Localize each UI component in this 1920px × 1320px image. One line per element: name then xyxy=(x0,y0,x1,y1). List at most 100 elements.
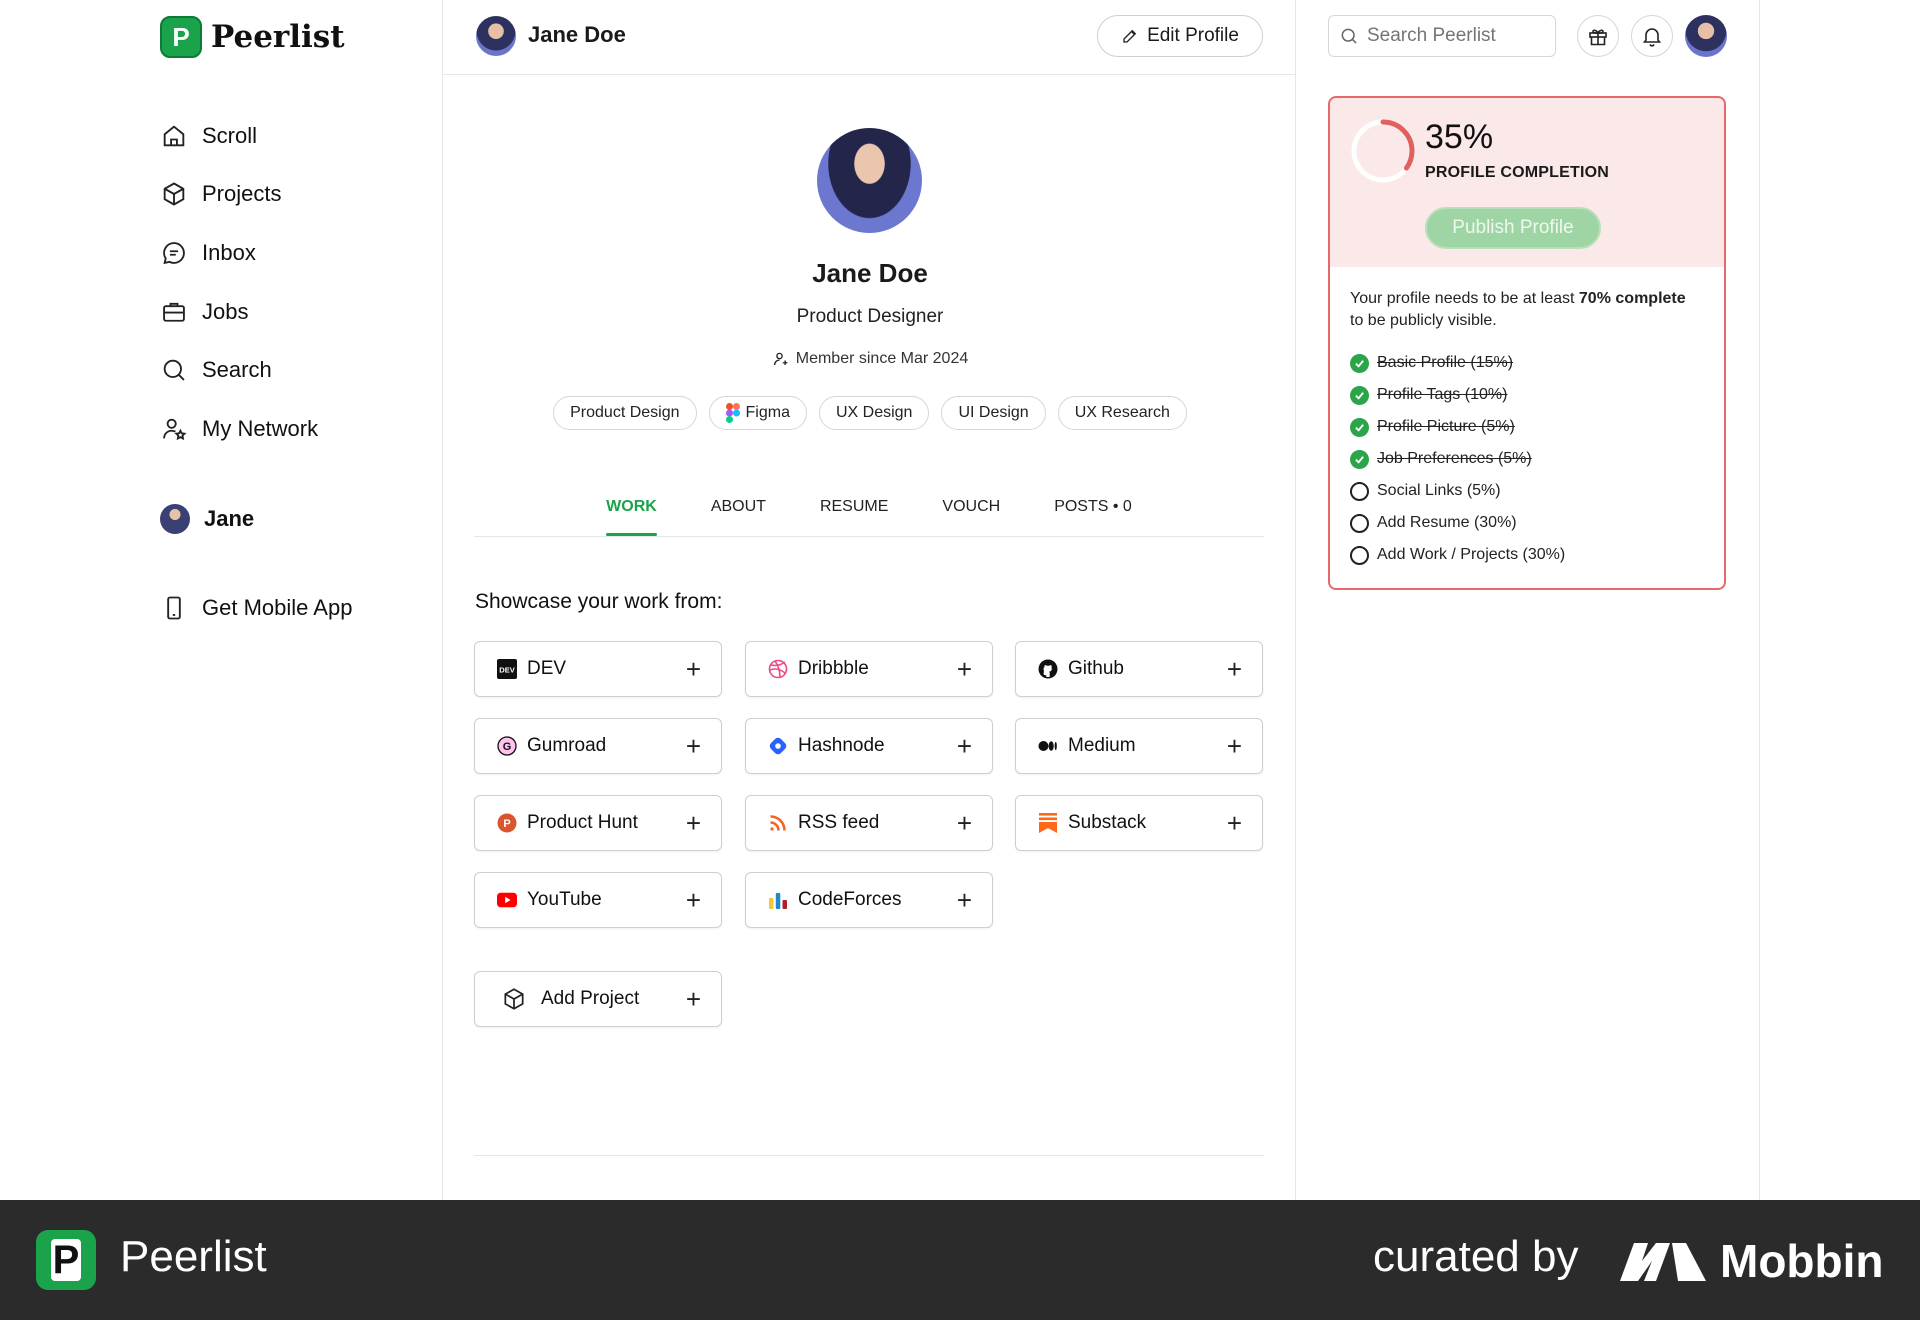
add-project-button[interactable]: Add Project + xyxy=(474,971,722,1027)
completion-label: PROFILE COMPLETION xyxy=(1425,164,1610,181)
add-dribbble-button[interactable]: Dribbble + xyxy=(745,641,993,697)
add-hashnode-button[interactable]: Hashnode + xyxy=(745,718,993,774)
need-bold: 70% xyxy=(1578,290,1611,307)
bell-icon xyxy=(1642,28,1662,47)
plus-icon: + xyxy=(1226,654,1242,684)
plus-icon: + xyxy=(956,808,972,838)
source-label: Hashnode xyxy=(798,735,885,756)
checklist-label: Add Resume (30%) xyxy=(1377,514,1517,531)
add-codeforces-button[interactable]: CodeForces + xyxy=(745,872,993,928)
plus-icon: + xyxy=(1226,731,1242,761)
add-dev-button[interactable]: DEV DEV + xyxy=(474,641,722,697)
peerlist-logo-icon[interactable]: P xyxy=(160,16,202,58)
mobbin-wordmark: Mobbin xyxy=(1720,1235,1884,1287)
cube-icon xyxy=(501,986,527,1012)
checklist-item: Job Preferences (5%) xyxy=(1350,448,1532,470)
footer-app-name: Peerlist xyxy=(120,1232,267,1281)
divider xyxy=(443,74,1295,75)
tag[interactable]: Figma xyxy=(708,396,807,430)
tag[interactable]: UX Design xyxy=(818,396,930,430)
add-medium-button[interactable]: Medium + xyxy=(1015,718,1263,774)
add-substack-button[interactable]: Substack + xyxy=(1015,795,1263,851)
tab-work[interactable]: WORK xyxy=(579,494,684,536)
nav-item-search[interactable]: Search xyxy=(160,350,420,390)
nav-item-my-network[interactable]: My Network xyxy=(160,409,420,449)
nav-item-scroll[interactable]: Scroll xyxy=(160,116,420,156)
add-github-button[interactable]: Github + xyxy=(1015,641,1263,697)
cube-icon xyxy=(163,182,185,206)
source-label: Dribbble xyxy=(798,658,869,679)
search-box[interactable] xyxy=(1328,15,1556,57)
tag-label: Product Design xyxy=(570,404,680,421)
divider xyxy=(474,536,1264,537)
avatar xyxy=(160,504,190,534)
nav-item-projects[interactable]: Projects xyxy=(160,174,420,214)
checklist-item-add-resume[interactable]: Add Resume (30%) xyxy=(1350,512,1517,534)
showcase-title: Showcase your work from: xyxy=(475,590,723,613)
peerlist-logo-text[interactable]: Peerlist xyxy=(211,16,345,58)
add-project-label: Add Project xyxy=(541,988,640,1009)
svg-text:DEV: DEV xyxy=(499,666,514,675)
nav-item-label: Jane xyxy=(204,506,255,531)
network-icon xyxy=(163,418,187,441)
checklist-item: Profile Tags (10%) xyxy=(1350,384,1507,406)
plus-icon: + xyxy=(956,731,972,761)
header-name: Jane Doe xyxy=(528,22,626,47)
profile-photo xyxy=(817,128,922,233)
avatar[interactable] xyxy=(476,16,516,56)
search-icon xyxy=(1341,28,1357,44)
divider xyxy=(442,0,443,1200)
edit-profile-button[interactable]: Edit Profile xyxy=(1097,15,1263,57)
nav-item-user-profile[interactable]: Jane xyxy=(160,499,420,539)
avatar[interactable] xyxy=(1685,15,1727,57)
plus-icon: + xyxy=(685,885,701,915)
check-circle-icon xyxy=(1350,417,1369,437)
figma-icon xyxy=(725,403,740,423)
add-youtube-button[interactable]: YouTube + xyxy=(474,872,722,928)
notifications-button[interactable] xyxy=(1631,15,1673,57)
need-prefix: Your profile needs to be at least xyxy=(1350,290,1579,307)
briefcase-icon xyxy=(163,302,185,322)
source-label: Substack xyxy=(1068,812,1147,833)
mobbin-icon xyxy=(1620,1243,1706,1281)
checklist-item-add-work[interactable]: Add Work / Projects (30%) xyxy=(1350,544,1565,566)
plus-icon: + xyxy=(685,731,701,761)
tag[interactable]: UI Design xyxy=(941,396,1046,430)
nav-item-inbox[interactable]: Inbox xyxy=(160,233,420,273)
source-label: Medium xyxy=(1068,735,1136,756)
profile-role: Product Designer xyxy=(796,306,944,327)
tab-about[interactable]: ABOUT xyxy=(684,494,793,536)
edit-profile-label: Edit Profile xyxy=(1147,25,1239,46)
add-gumroad-button[interactable]: G Gumroad + xyxy=(474,718,722,774)
source-label: RSS feed xyxy=(798,812,880,833)
search-input[interactable] xyxy=(1367,25,1537,47)
plus-icon: + xyxy=(956,654,972,684)
tag[interactable]: UX Research xyxy=(1057,396,1187,430)
tab-posts[interactable]: POSTS • 0 xyxy=(1027,494,1159,536)
add-product-hunt-button[interactable]: P Product Hunt + xyxy=(474,795,722,851)
divider xyxy=(1295,0,1296,1200)
nav-item-label: Jobs xyxy=(202,299,249,324)
nav-item-jobs[interactable]: Jobs xyxy=(160,292,420,332)
curated-by-text: curated by xyxy=(1373,1232,1579,1281)
nav-item-get-mobile-app[interactable]: Get Mobile App xyxy=(160,588,420,628)
gift-icon xyxy=(1589,29,1607,46)
completion-percent: 35% xyxy=(1425,118,1494,156)
visibility-requirement: Your profile needs to be at least 70% co… xyxy=(1350,288,1690,332)
source-label: YouTube xyxy=(527,889,602,910)
plus-icon: + xyxy=(685,984,701,1014)
gift-button[interactable] xyxy=(1577,15,1619,57)
publish-profile-button[interactable]: Publish Profile xyxy=(1425,207,1601,249)
home-icon xyxy=(163,125,185,147)
completion-progress-ring xyxy=(1351,119,1415,183)
add-rss-feed-button[interactable]: RSS feed + xyxy=(745,795,993,851)
tab-vouch[interactable]: VOUCH xyxy=(915,494,1027,536)
member-since: Member since Mar 2024 xyxy=(470,350,1270,368)
tag[interactable]: Product Design xyxy=(553,396,697,430)
checklist-item-social-links[interactable]: Social Links (5%) xyxy=(1350,480,1501,502)
gumroad-icon: G xyxy=(497,736,517,756)
dribbble-icon xyxy=(768,659,788,679)
search-icon xyxy=(163,359,185,381)
tab-resume[interactable]: RESUME xyxy=(793,494,915,536)
empty-circle-icon xyxy=(1350,545,1369,565)
